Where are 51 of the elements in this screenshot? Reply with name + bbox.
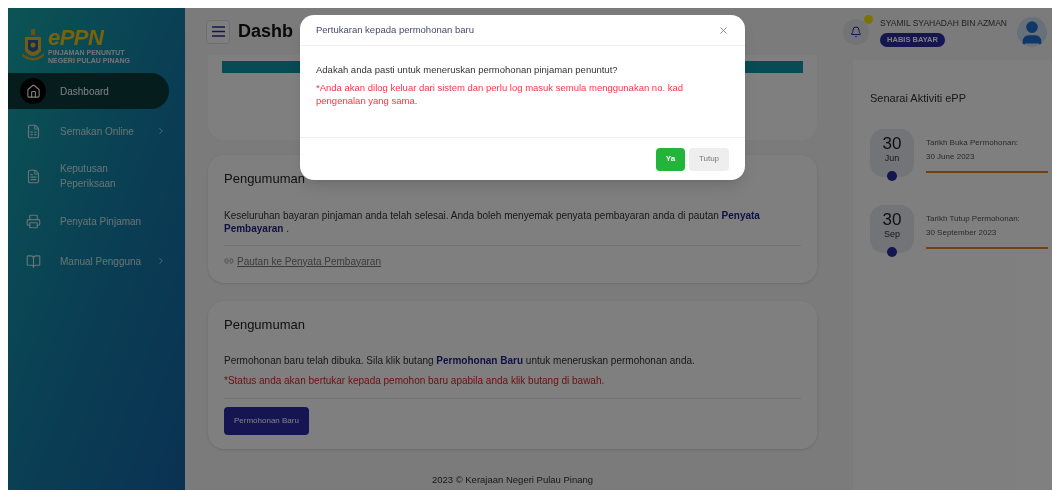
dialog-question: Adakah anda pasti untuk meneruskan permohonan pinjaman penuntut? <box>316 63 619 77</box>
sidebar-item[interactable]: Keputusan Peperiksaan <box>8 153 169 199</box>
document-icon <box>25 168 41 184</box>
card-title: Pengumuman <box>224 170 306 188</box>
dismiss-button[interactable]: Tutup <box>689 147 729 171</box>
date-month: Jun <box>884 153 900 163</box>
card-title: Pengumuman <box>224 315 306 334</box>
activity-label: Tarikh Buka Permohonan: <box>926 136 1020 149</box>
logo-wordmark: ePPN <box>48 27 106 49</box>
home-icon <box>25 83 41 99</box>
user-name: SYAMIL SYAHADAH BIN AZMAN <box>880 16 1007 30</box>
announcement-text: Permohonan baru telah dibuka. Sila klik butang Permohonan Baru untuk meneruskan permohonan anda. <box>224 354 696 367</box>
chevron-icon <box>156 256 166 266</box>
menu-icon <box>211 26 225 37</box>
warning-text: *Status anda akan bertukar kepada pemohon baru apabila anda klik butang di bawah. <box>224 374 606 388</box>
new-application-button[interactable]: Permohonan Baru <box>224 407 309 435</box>
footer-text: 2023 © Kerajaan Negeri Pulau Pinang <box>431 472 594 487</box>
sidebar-label: Semakan Online <box>60 124 135 139</box>
sidebar-label: Keputusan Peperiksaan <box>60 162 117 191</box>
close-icon <box>718 24 729 36</box>
sidebar-item[interactable]: Dashboard <box>8 73 169 109</box>
menu-button[interactable] <box>206 19 230 44</box>
sidebar-label: Dashboard <box>60 84 110 99</box>
spreadsheet-icon <box>25 123 41 139</box>
sidebar-item[interactable]: Manual Pengguna <box>8 243 169 279</box>
bell-icon <box>850 25 863 38</box>
sidebar-label: Manual Pengguna <box>60 254 143 269</box>
book-icon <box>25 253 41 269</box>
sidebar-label: Penyata Pinjaman <box>60 214 143 229</box>
panel-title: Senarai Aktiviti ePP <box>870 91 967 106</box>
date-day: 30 <box>882 210 902 228</box>
avatar[interactable] <box>1017 16 1047 47</box>
close-button[interactable] <box>718 24 729 36</box>
confirm-button[interactable]: Ya <box>656 147 685 171</box>
date-day: 30 <box>882 134 902 152</box>
link-icon <box>224 256 234 266</box>
dialog-title: Pertukaran kepada permohonan baru <box>316 22 474 37</box>
page-title: Dashb <box>238 20 293 43</box>
sidebar-item[interactable]: Penyata Pinjaman <box>8 203 169 239</box>
dialog-warning: *Anda akan dilog keluar dari sistem dan perlu log masuk semula menggunakan no. kad pengenalan yang sama. <box>316 81 685 108</box>
notification-button[interactable] <box>843 18 870 45</box>
activity-label: Tarikh Tutup Permohonan: <box>926 212 1021 225</box>
date-month: Sep <box>884 229 900 239</box>
activity-date: 30 June 2023 <box>926 150 976 163</box>
sidebar-item[interactable]: Semakan Online <box>8 113 169 149</box>
activity-date: 30 September 2023 <box>926 226 998 239</box>
announcement-text: Keseluruhan bayaran pinjaman anda telah selesai. Anda boleh menyemak penyata pembayaran anda di pautan Penyata Pembayaran . <box>224 208 761 235</box>
chevron-icon <box>156 126 166 136</box>
printer-icon <box>25 213 41 229</box>
payment-statement-link[interactable]: Pautan ke Penyata Pembayaran <box>224 253 381 269</box>
crest-icon <box>22 29 44 63</box>
